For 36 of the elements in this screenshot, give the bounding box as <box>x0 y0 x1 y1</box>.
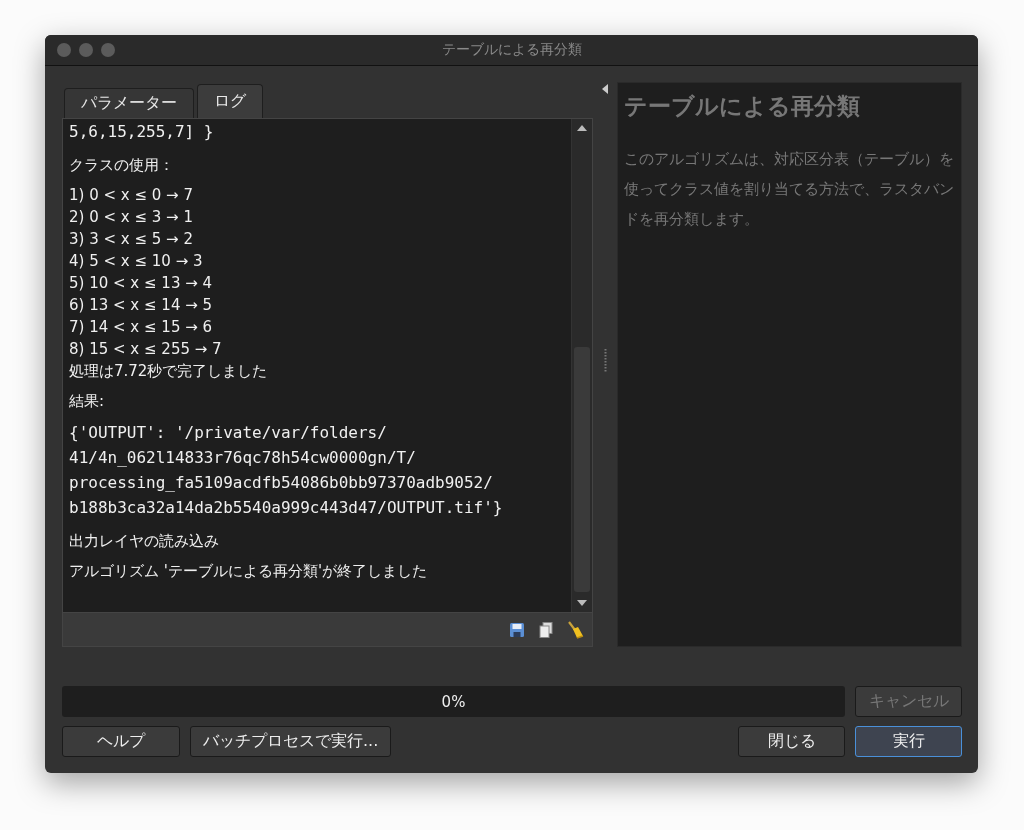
log-line: クラスの使用： <box>69 155 175 176</box>
log-line: 5,6,15,255,7] } <box>69 121 215 143</box>
tab[interactable]: パラメーター <box>64 88 194 118</box>
log-line: 3) 3 < x ≤ 5 → 2 <box>69 229 194 250</box>
log-line: 41/4n_062l14833r76qc78h54cw0000gn/T/ <box>69 447 417 469</box>
window-title: テーブルによる再分類 <box>441 41 582 59</box>
copy-icon[interactable] <box>539 621 553 638</box>
dialog-button[interactable]: ヘルプ <box>62 726 180 757</box>
log-line: 8) 15 < x ≤ 255 → 7 <box>69 339 223 360</box>
dialog-button[interactable]: 閉じる <box>738 726 845 757</box>
log-line: 出力レイヤの読み込み <box>69 531 220 552</box>
broom-icon[interactable] <box>567 620 584 639</box>
dialog-button[interactable]: 実行 <box>855 726 962 757</box>
scroll-down-icon[interactable] <box>577 600 587 606</box>
log-line: アルゴリズム 'テーブルによる再分類'が終了しました <box>69 561 428 582</box>
log-line: {'OUTPUT': '/private/var/folders/ <box>69 422 388 444</box>
collapse-arrow-icon[interactable] <box>602 84 608 94</box>
tab[interactable]: ログ <box>197 84 263 118</box>
log-line: 5) 10 < x ≤ 13 → 4 <box>69 273 214 294</box>
log-line: 6) 13 < x ≤ 14 → 5 <box>69 295 214 316</box>
help-title: テーブルによる再分類 <box>624 92 861 121</box>
log-line: 結果: <box>69 391 106 412</box>
save-icon[interactable] <box>509 621 525 638</box>
dialog-button[interactable]: バッチプロセスで実行... <box>190 726 392 757</box>
log-line: processing_fa5109acdfb54086b0bb97370adb9052/ <box>69 472 494 494</box>
log-line: b188b3ca32a14da2b5540a999c443d47/OUTPUT.tif'} <box>69 497 504 519</box>
log-line: 2) 0 < x ≤ 3 → 1 <box>69 207 194 228</box>
progress-text: 0% <box>441 692 466 711</box>
help-description: このアルゴリズムは、対応区分表（テーブル）を使ってクラス値を割り当てる方法で、ラスタバンドを再分類します。 <box>624 149 955 230</box>
log-line: 1) 0 < x ≤ 0 → 7 <box>69 185 194 206</box>
scroll-up-icon[interactable] <box>577 125 587 131</box>
splitter-handle-icon[interactable] <box>603 349 607 373</box>
log-line: 4) 5 < x ≤ 10 → 3 <box>69 251 204 272</box>
log-line: 7) 14 < x ≤ 15 → 6 <box>69 317 214 338</box>
scrollbar[interactable] <box>571 119 592 612</box>
log-line: 処理は7.72秒で完了しました <box>69 361 269 382</box>
